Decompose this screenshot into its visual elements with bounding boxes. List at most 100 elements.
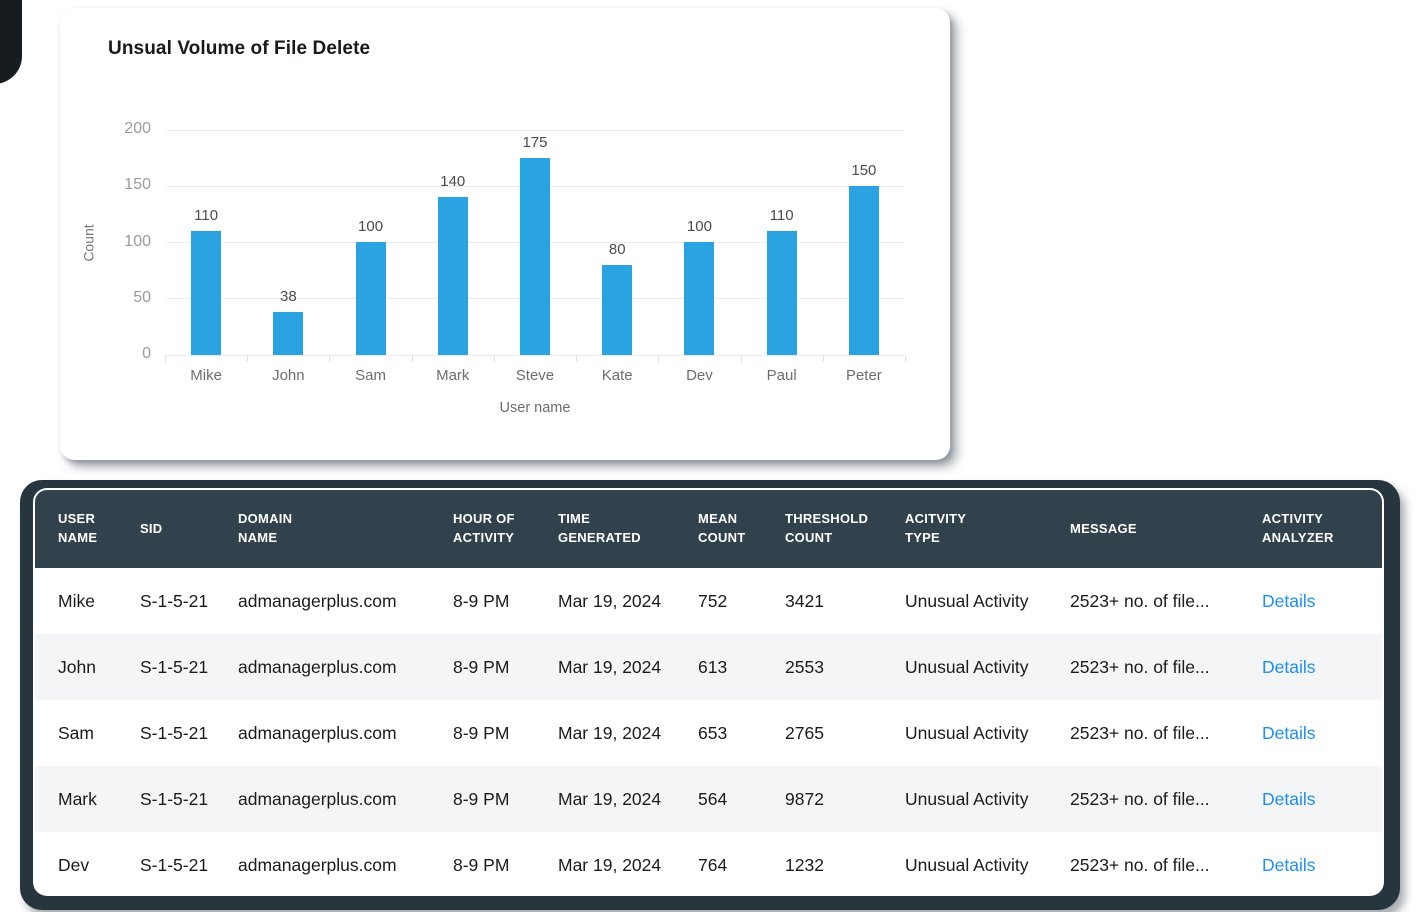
details-link[interactable]: Details <box>1262 855 1316 875</box>
cell-sid: S-1-5-21 <box>140 854 209 875</box>
x-axis-tick <box>493 355 495 362</box>
y-tick-label: 150 <box>124 176 151 194</box>
x-tick-label: Mike <box>190 367 222 384</box>
cell-domain: admanagerplus.com <box>238 590 397 611</box>
table-row: Mark S-1-5-21 admanagerplus.com 8-9 PM Mar 1… <box>35 766 1382 832</box>
cell-domain: admanagerplus.com <box>238 656 397 677</box>
bar-value-label: 100 <box>686 218 712 235</box>
cell-threshold: 1232 <box>785 854 824 875</box>
cell-message: 2523+ no. of file... <box>1070 656 1210 677</box>
cell-mean: 653 <box>698 722 728 743</box>
cell-user: John <box>58 656 96 677</box>
background-corner-accent <box>0 0 22 84</box>
y-axis-title: Count <box>80 223 97 262</box>
cell-hour: 8-9 PM <box>453 722 510 743</box>
x-tick-label: Mark <box>436 367 470 384</box>
cell-user: Mark <box>58 788 97 809</box>
x-tick-label: John <box>272 367 305 384</box>
cell-analyzer: Details <box>1262 855 1382 876</box>
page: Unsual Volume of File Delete 0 50 100 150 20… <box>0 0 1426 912</box>
cell-type: Unusual Activity <box>905 854 1029 875</box>
cell-user: Sam <box>58 722 94 743</box>
cell-message: 2523+ no. of file... <box>1070 722 1210 743</box>
x-axis-tick <box>164 355 166 362</box>
cell-domain: admanagerplus.com <box>238 854 397 875</box>
cell-sid: S-1-5-21 <box>140 722 209 743</box>
bar-sam[interactable] <box>355 242 386 355</box>
cell-hour: 8-9 PM <box>453 590 510 611</box>
bar-value-label: 100 <box>358 218 384 235</box>
plot-area: 0 50 100 150 200 Count User name 110 Mike 38 Jo… <box>81 120 906 416</box>
bar-john[interactable] <box>273 312 304 355</box>
chart-card: Unsual Volume of File Delete 0 50 100 150 20… <box>60 8 950 460</box>
bar-dev[interactable] <box>684 242 715 355</box>
gridline <box>165 129 905 131</box>
table-header-row: USER NAME SID DOMAIN NAME HOUR OF ACTIVITY T… <box>35 490 1382 568</box>
cell-threshold: 9872 <box>785 788 824 809</box>
cell-threshold: 3421 <box>785 590 824 611</box>
x-tick-label: Sam <box>355 367 386 384</box>
column-header-sid: SID <box>140 520 163 536</box>
cell-type: Unusual Activity <box>905 590 1029 611</box>
bar-value-label: 110 <box>194 207 219 224</box>
chart-title: Unsual Volume of File Delete <box>108 38 371 59</box>
cell-time: Mar 19, 2024 <box>558 590 662 611</box>
x-axis-tick <box>575 355 577 362</box>
bar-value-label: 38 <box>279 288 297 305</box>
activity-table-frame: USER NAME SID DOMAIN NAME HOUR OF ACTIVITY T… <box>20 480 1400 910</box>
bar-steve[interactable] <box>520 158 550 355</box>
y-tick-label: 200 <box>124 120 151 137</box>
cell-domain: admanagerplus.com <box>238 788 397 809</box>
x-tick-label: Kate <box>601 367 633 384</box>
cell-hour: 8-9 PM <box>453 854 510 875</box>
cell-analyzer: Details <box>1262 657 1382 678</box>
column-header-domain: DOMAIN NAME <box>238 511 293 545</box>
bar-peter[interactable] <box>848 186 879 355</box>
cell-sid: S-1-5-21 <box>140 788 209 809</box>
table-row: John S-1-5-21 admanagerplus.com 8-9 PM Mar 1… <box>35 634 1382 700</box>
cell-type: Unusual Activity <box>905 788 1029 809</box>
details-link[interactable]: Details <box>1262 723 1316 743</box>
bar-kate[interactable] <box>602 265 633 355</box>
cell-type: Unusual Activity <box>905 656 1029 677</box>
column-header-type: ACITVITY TYPE <box>905 511 966 545</box>
x-axis-tick <box>904 355 906 362</box>
bar-paul[interactable] <box>766 231 797 355</box>
bar-value-label: 175 <box>522 134 548 151</box>
cell-time: Mar 19, 2024 <box>558 656 662 677</box>
x-axis-tick <box>657 355 659 362</box>
cell-mean: 564 <box>698 788 728 809</box>
bar-value-label: 150 <box>851 162 877 179</box>
y-tick-label: 0 <box>142 345 151 362</box>
cell-time: Mar 19, 2024 <box>558 788 662 809</box>
cell-hour: 8-9 PM <box>453 656 510 677</box>
y-tick-label: 50 <box>133 288 151 306</box>
bar-mark[interactable] <box>437 197 468 355</box>
cell-threshold: 2765 <box>785 722 824 743</box>
details-link[interactable]: Details <box>1262 591 1316 611</box>
x-axis-tick <box>822 355 824 362</box>
cell-user: Dev <box>58 854 90 875</box>
bar-mike[interactable] <box>191 231 222 355</box>
column-header-analyzer: ACTIVITY ANALYZER <box>1262 511 1334 545</box>
cell-threshold: 2553 <box>785 656 824 677</box>
cell-user: Mike <box>58 590 95 611</box>
cell-analyzer: Details <box>1262 789 1382 810</box>
x-axis-tick <box>246 355 248 362</box>
cell-analyzer: Details <box>1262 591 1382 612</box>
cell-mean: 764 <box>698 854 728 875</box>
column-header-threshold: THRESHOLD COUNT <box>785 511 869 545</box>
cell-type: Unusual Activity <box>905 722 1029 743</box>
column-header-user: USER NAME <box>58 511 98 545</box>
details-link[interactable]: Details <box>1262 789 1316 809</box>
table-body: Mike S-1-5-21 admanagerplus.com 8-9 PM Mar 1… <box>35 568 1382 894</box>
column-header-message: MESSAGE <box>1070 520 1137 536</box>
table-row: Mike S-1-5-21 admanagerplus.com 8-9 PM Mar 1… <box>35 568 1382 634</box>
cell-hour: 8-9 PM <box>453 788 510 809</box>
cell-time: Mar 19, 2024 <box>558 722 662 743</box>
cell-analyzer: Details <box>1262 723 1382 744</box>
cell-message: 2523+ no. of file... <box>1070 590 1210 611</box>
details-link[interactable]: Details <box>1262 657 1316 677</box>
bar-value-label: 140 <box>440 173 466 190</box>
cell-sid: S-1-5-21 <box>140 590 209 611</box>
